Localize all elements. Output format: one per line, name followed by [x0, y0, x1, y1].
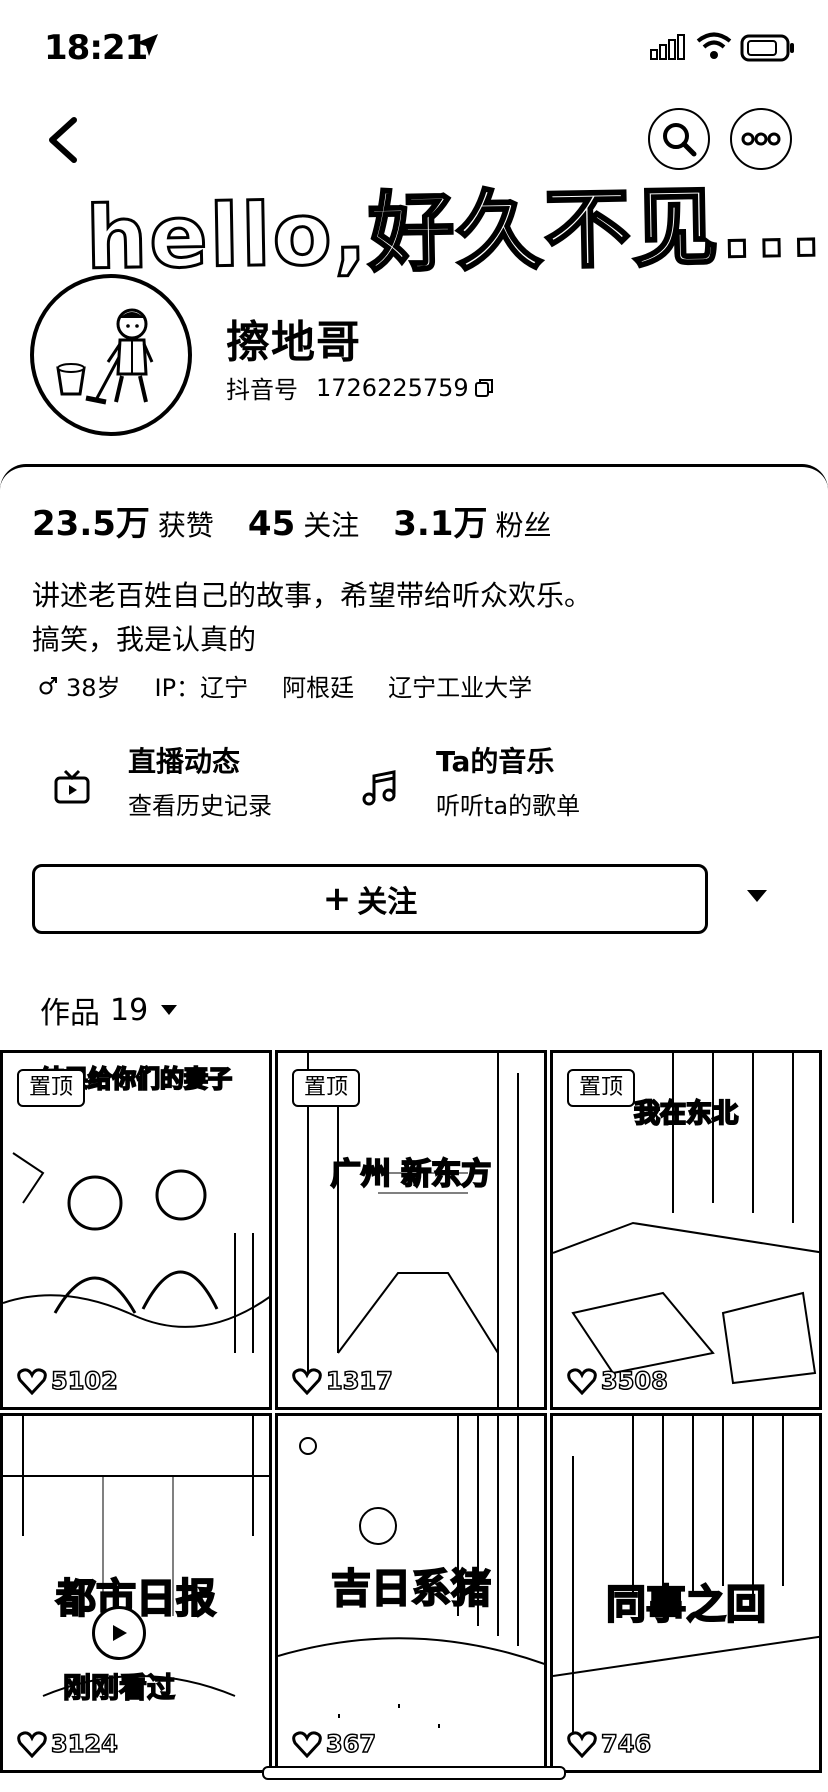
video-caption: 广州 新东方	[330, 1156, 492, 1193]
works-tab[interactable]: 作品 19	[40, 988, 178, 1032]
heart-icon	[292, 1368, 322, 1395]
music-entry-subtitle: 听听ta的歌单	[436, 792, 581, 820]
avatar[interactable]	[30, 274, 192, 436]
like-count-value: 746	[600, 1729, 652, 1759]
battery-icon	[740, 34, 794, 62]
works-tab-count: 19	[110, 992, 149, 1028]
dropdown-caret-icon[interactable]	[746, 888, 768, 904]
chevron-down-icon	[161, 1005, 178, 1015]
back-button[interactable]	[40, 112, 88, 168]
more-button[interactable]	[730, 108, 792, 170]
recently-watched-overlay: 刚刚看过	[62, 1606, 176, 1706]
signal-icon	[650, 34, 685, 60]
nickname: 擦地哥	[226, 317, 361, 368]
like-count: 367	[292, 1729, 377, 1759]
chevron-left-icon	[49, 117, 77, 163]
video-tile[interactable]: 广州 新东方 置顶 1317	[275, 1050, 547, 1410]
stat-likes[interactable]: 23.5万 获赞	[32, 496, 214, 545]
follow-button[interactable]: + 关注	[32, 864, 708, 934]
like-count-value: 5102	[50, 1366, 118, 1396]
like-count-value: 3124	[50, 1729, 118, 1759]
tags-row: 38岁 IP：辽宁 阿根廷 辽宁工业大学	[38, 668, 566, 703]
douyin-id-row[interactable]: 抖音号 1726225759	[226, 370, 495, 405]
wifi-icon	[696, 32, 732, 59]
cover-banner-text: hello,好久不见...	[84, 175, 827, 291]
stat-followers-label: 粉丝	[495, 509, 552, 542]
video-caption: 吉日系猪	[330, 1565, 492, 1613]
video-tile[interactable]: 吉日系猪 367	[275, 1413, 547, 1773]
status-bar: 18:21	[0, 0, 828, 100]
search-icon	[663, 123, 697, 157]
like-count: 746	[567, 1729, 652, 1759]
music-entry-title: Ta的音乐	[436, 745, 555, 778]
play-icon	[92, 1606, 146, 1660]
live-history-entry[interactable]: 直播动态 查看历史记录	[52, 742, 272, 832]
tag-age-text: 38岁	[66, 674, 121, 702]
douyin-id-label: 抖音号	[226, 376, 298, 404]
like-count: 3124	[17, 1729, 119, 1759]
heart-icon	[567, 1731, 597, 1758]
home-indicator[interactable]	[262, 1766, 566, 1780]
heart-icon	[17, 1368, 47, 1395]
stat-likes-value: 23.5万	[32, 504, 150, 544]
heart-icon	[292, 1731, 322, 1758]
video-tile[interactable]: 同事之回 746	[550, 1413, 822, 1773]
plus-icon: +	[322, 879, 352, 919]
stats-row: 23.5万 获赞 45 关注 3.1万 粉丝	[32, 496, 586, 545]
like-count: 5102	[17, 1366, 119, 1396]
like-count-value: 1317	[325, 1366, 393, 1396]
stat-likes-label: 获赞	[157, 509, 214, 542]
pinned-badge: 置顶	[567, 1069, 636, 1107]
copy-icon[interactable]	[473, 377, 495, 399]
stat-followers[interactable]: 3.1万 粉丝	[393, 496, 551, 545]
video-tile[interactable]: 结果给你们的妻子 置顶 5102	[0, 1050, 272, 1410]
live-entry-subtitle: 查看历史记录	[128, 792, 272, 820]
follow-button-label: 关注	[357, 885, 418, 920]
video-tile[interactable]: 我在东北 置顶 3508	[550, 1050, 822, 1410]
stat-following[interactable]: 45 关注	[248, 504, 359, 544]
avatar-illustration	[56, 308, 154, 405]
douyin-id: 1726225759	[316, 373, 469, 402]
video-tile[interactable]: 都市日报 刚刚看过 3124	[0, 1413, 272, 1773]
stat-following-value: 45	[247, 504, 296, 544]
like-count-value: 3508	[600, 1366, 668, 1396]
video-caption: 同事之回	[605, 1581, 767, 1629]
heart-icon	[17, 1731, 47, 1758]
tag-age: 38岁	[38, 668, 121, 703]
bio: 讲述老百姓自己的故事，希望带给听众欢乐。 搞笑，我是认真的	[32, 574, 592, 662]
tag-school: 辽宁工业大学	[388, 674, 533, 702]
tag-ip: IP：辽宁	[154, 674, 249, 702]
music-entry[interactable]: Ta的音乐 听听ta的歌单	[360, 742, 580, 832]
music-note-icon	[362, 770, 396, 806]
like-count: 1317	[292, 1366, 394, 1396]
like-count-value: 367	[325, 1729, 377, 1759]
location-arrow-icon	[136, 34, 158, 56]
search-button[interactable]	[648, 108, 710, 170]
like-count: 3508	[567, 1366, 669, 1396]
stat-followers-value: 3.1万	[393, 504, 488, 544]
status-time: 18:21	[44, 28, 148, 68]
recently-watched-label: 刚刚看过	[62, 1670, 176, 1705]
male-icon	[39, 676, 57, 694]
tag-location: 阿根廷	[282, 674, 355, 702]
heart-icon	[567, 1368, 597, 1395]
live-entry-title: 直播动态	[128, 745, 241, 778]
works-tab-label: 作品	[40, 996, 100, 1031]
pinned-badge: 置顶	[292, 1069, 361, 1107]
stat-following-label: 关注	[303, 509, 360, 542]
bio-line-1: 讲述老百姓自己的故事，希望带给听众欢乐。	[32, 579, 593, 612]
pinned-badge: 置顶	[17, 1069, 86, 1107]
bio-line-2: 搞笑，我是认真的	[32, 623, 257, 656]
more-dots-icon	[741, 132, 781, 146]
tv-icon	[54, 769, 90, 804]
